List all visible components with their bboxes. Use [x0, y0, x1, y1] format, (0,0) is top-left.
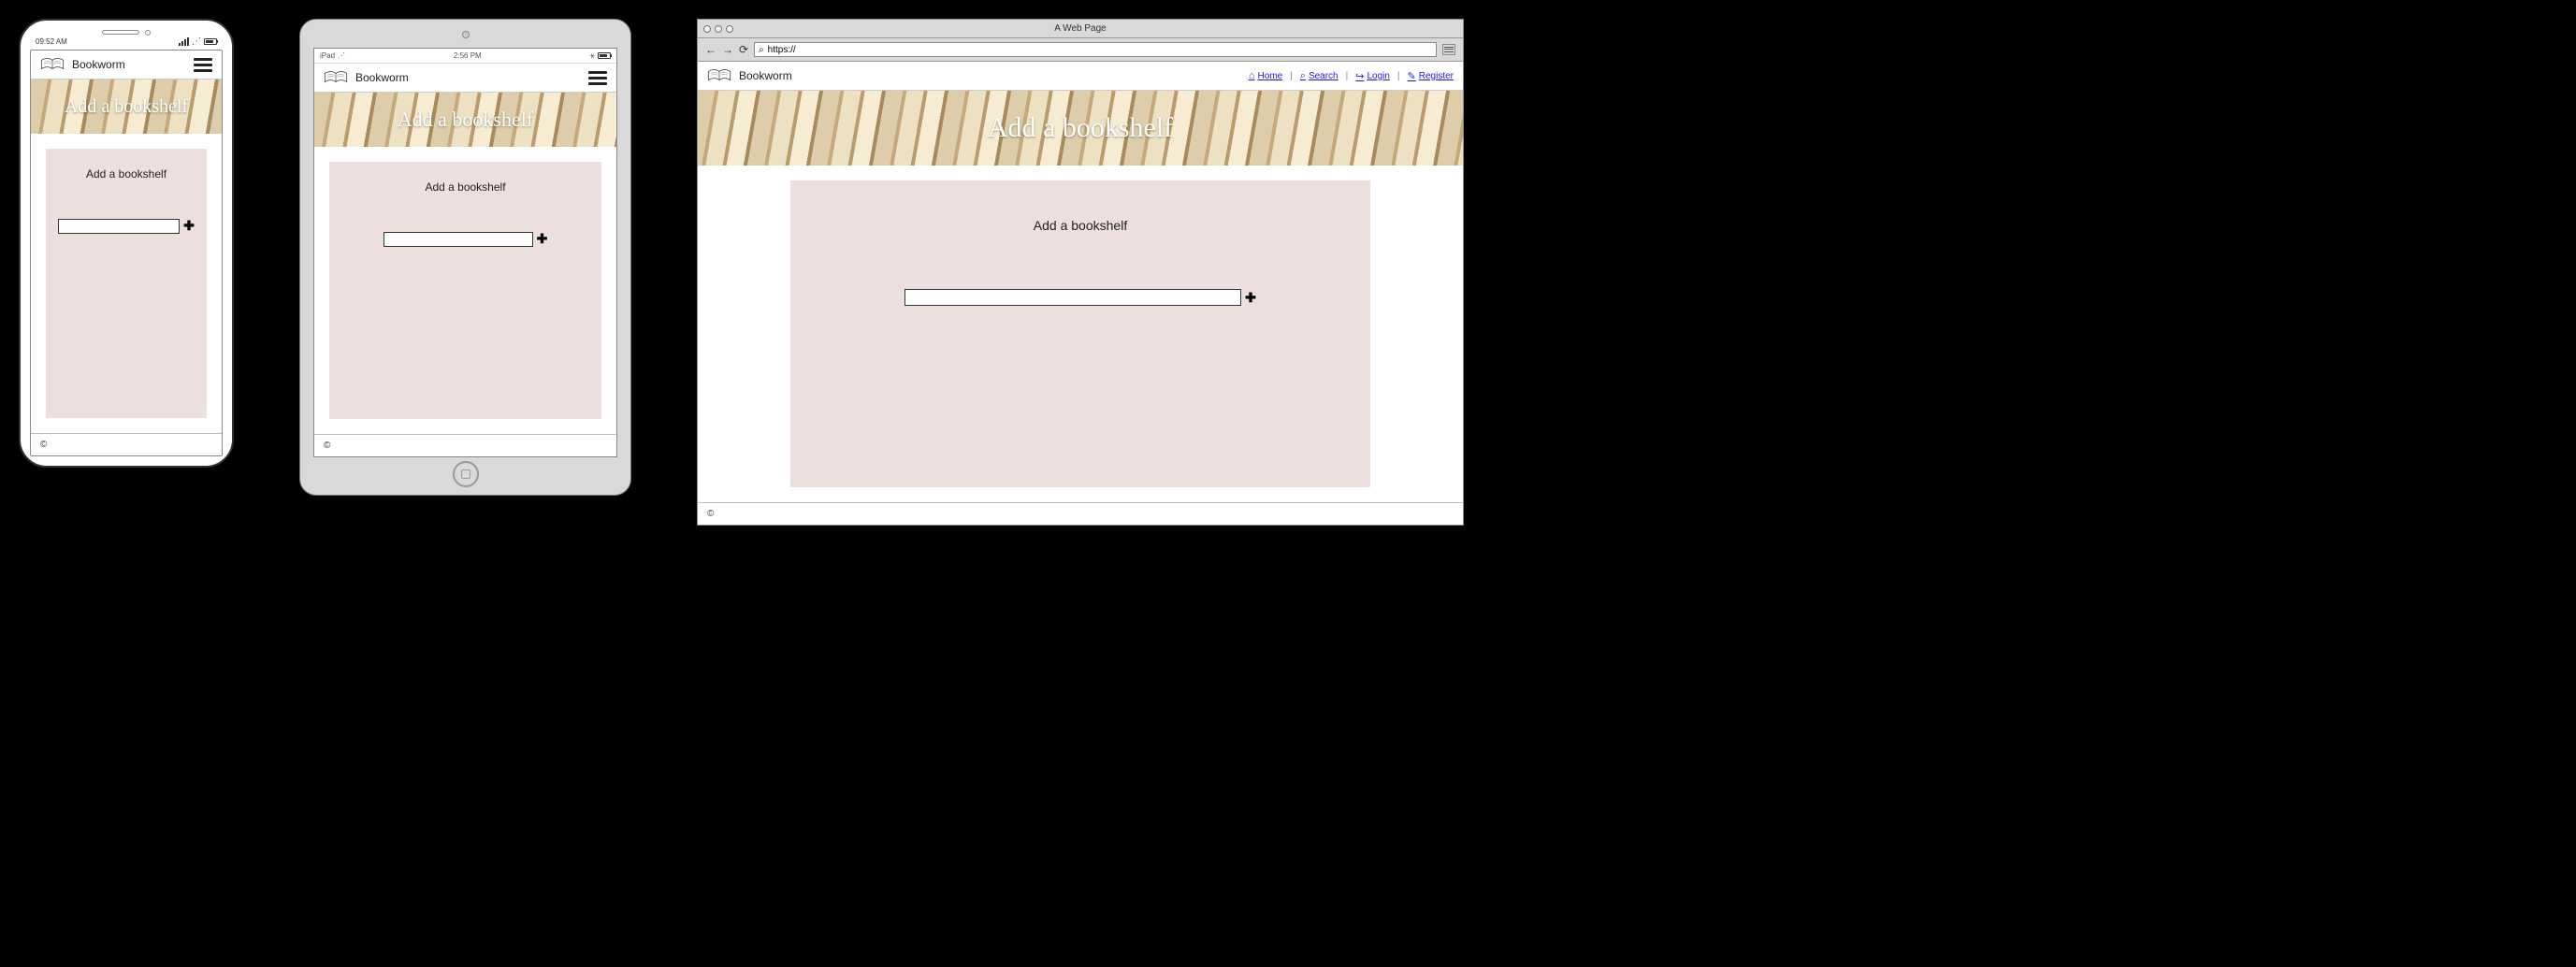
copyright: © — [40, 440, 47, 450]
nav-search[interactable]: ⌕Search — [1300, 70, 1339, 82]
nav-separator: | — [1290, 71, 1293, 81]
tablet-status-bar: iPad ⋰ 2:56 PM ⚹ — [314, 49, 616, 64]
add-bookshelf-card: Add a bookshelf ✚ — [329, 162, 601, 419]
add-button[interactable]: ✚ — [537, 231, 548, 247]
window-dot[interactable] — [726, 25, 733, 33]
brand[interactable]: Bookworm — [324, 69, 409, 86]
bookshelf-name-input[interactable] — [384, 232, 533, 247]
browser-menu-button[interactable] — [1442, 44, 1455, 55]
page-title: Add a bookshelf — [65, 96, 188, 118]
tablet-screen: iPad ⋰ 2:56 PM ⚹ Bookworm — [313, 48, 617, 457]
footer: © — [314, 434, 616, 456]
address-bar[interactable]: ⌕ https:// — [754, 42, 1437, 57]
tablet-home-button[interactable] — [453, 461, 479, 487]
nav-separator: | — [1346, 71, 1349, 81]
battery-icon — [204, 38, 217, 45]
card-title: Add a bookshelf — [1034, 218, 1127, 233]
window-title: A Web Page — [1054, 23, 1106, 34]
input-row: ✚ — [342, 231, 588, 247]
add-button[interactable]: ✚ — [1245, 290, 1256, 306]
app-header: Bookworm — [31, 51, 222, 79]
phone-status-bar: 09:52 AM ⋰ — [26, 36, 226, 46]
add-bookshelf-card: Add a bookshelf ✚ — [790, 180, 1370, 487]
copyright: © — [324, 440, 330, 451]
card-title: Add a bookshelf — [86, 167, 166, 180]
app-header: Bookworm ⌂Home | ⌕Search | ↪Login | ✎Reg… — [698, 62, 1463, 91]
nav-home[interactable]: ⌂Home — [1249, 70, 1282, 81]
nav-login-label: Login — [1367, 71, 1389, 81]
tablet-device-frame: iPad ⋰ 2:56 PM ⚹ Bookworm — [299, 19, 631, 496]
menu-button[interactable] — [194, 58, 212, 72]
bookshelf-name-input[interactable] — [904, 289, 1241, 306]
phone-time: 09:52 AM — [36, 37, 67, 46]
book-icon — [324, 69, 348, 86]
window-controls[interactable] — [703, 25, 733, 33]
browser-window: A Web Page ← → ⟳ ⌕ https:// Bookworm ⌂Ho… — [697, 19, 1464, 526]
phone-device-frame: 09:52 AM ⋰ Bookworm Add a bookshelf — [19, 19, 234, 468]
nav-separator: | — [1397, 71, 1400, 81]
app-header: Bookworm — [314, 64, 616, 93]
page-title: Add a bookshelf — [398, 108, 533, 132]
copyright: © — [707, 509, 714, 519]
content-area: Add a bookshelf ✚ — [698, 166, 1463, 502]
wifi-icon: ⋰ — [338, 51, 345, 60]
forward-button[interactable]: → — [722, 43, 733, 56]
search-icon: ⌕ — [1300, 70, 1306, 82]
footer: © — [698, 502, 1463, 525]
nav-links: ⌂Home | ⌕Search | ↪Login | ✎Register — [1249, 70, 1454, 82]
tablet-camera — [462, 31, 470, 38]
battery-icon — [598, 52, 611, 59]
add-bookshelf-card: Add a bookshelf ✚ — [46, 149, 207, 418]
search-icon: ⌕ — [759, 45, 764, 55]
nav-login[interactable]: ↪Login — [1355, 70, 1390, 82]
card-title: Add a bookshelf — [425, 180, 505, 194]
brand-name: Bookworm — [355, 71, 409, 84]
login-icon: ↪ — [1355, 70, 1364, 82]
footer: © — [31, 433, 222, 455]
add-button[interactable]: ✚ — [183, 218, 195, 234]
phone-screen: Bookworm Add a bookshelf Add a bookshelf… — [30, 50, 223, 456]
nav-search-label: Search — [1309, 71, 1339, 81]
page-title: Add a bookshelf — [988, 112, 1173, 144]
hero-banner: Add a bookshelf — [31, 79, 222, 134]
nav-register-label: Register — [1419, 71, 1454, 81]
book-icon — [40, 56, 65, 73]
content-area: Add a bookshelf ✚ — [31, 134, 222, 433]
input-row: ✚ — [818, 289, 1342, 306]
nav-home-label: Home — [1257, 71, 1282, 81]
reload-button[interactable]: ⟳ — [739, 43, 748, 56]
hero-banner: Add a bookshelf — [698, 91, 1463, 166]
brand-name: Bookworm — [739, 69, 792, 82]
bookshelf-name-input[interactable] — [58, 219, 180, 234]
brand[interactable]: Bookworm — [707, 67, 792, 84]
browser-toolbar: ← → ⟳ ⌕ https:// — [698, 38, 1463, 62]
content-area: Add a bookshelf ✚ — [314, 147, 616, 434]
brand[interactable]: Bookworm — [40, 56, 125, 73]
brand-name: Bookworm — [72, 58, 125, 71]
window-dot[interactable] — [715, 25, 722, 33]
back-button[interactable]: ← — [705, 43, 716, 56]
hero-banner: Add a bookshelf — [314, 93, 616, 147]
phone-speaker — [102, 30, 139, 35]
home-icon: ⌂ — [1249, 70, 1255, 81]
window-dot[interactable] — [703, 25, 711, 33]
input-row: ✚ — [59, 218, 194, 234]
bluetooth-icon: ⚹ — [590, 51, 595, 61]
book-icon — [707, 67, 731, 84]
wifi-icon: ⋰ — [192, 38, 201, 46]
browser-titlebar: A Web Page — [698, 20, 1463, 38]
carrier-label: iPad — [320, 51, 335, 60]
menu-button[interactable] — [588, 71, 607, 85]
url-text: https:// — [768, 45, 796, 55]
register-icon: ✎ — [1408, 70, 1416, 82]
signal-icon — [179, 37, 189, 46]
tablet-time: 2:56 PM — [454, 51, 482, 60]
nav-register[interactable]: ✎Register — [1408, 70, 1454, 82]
